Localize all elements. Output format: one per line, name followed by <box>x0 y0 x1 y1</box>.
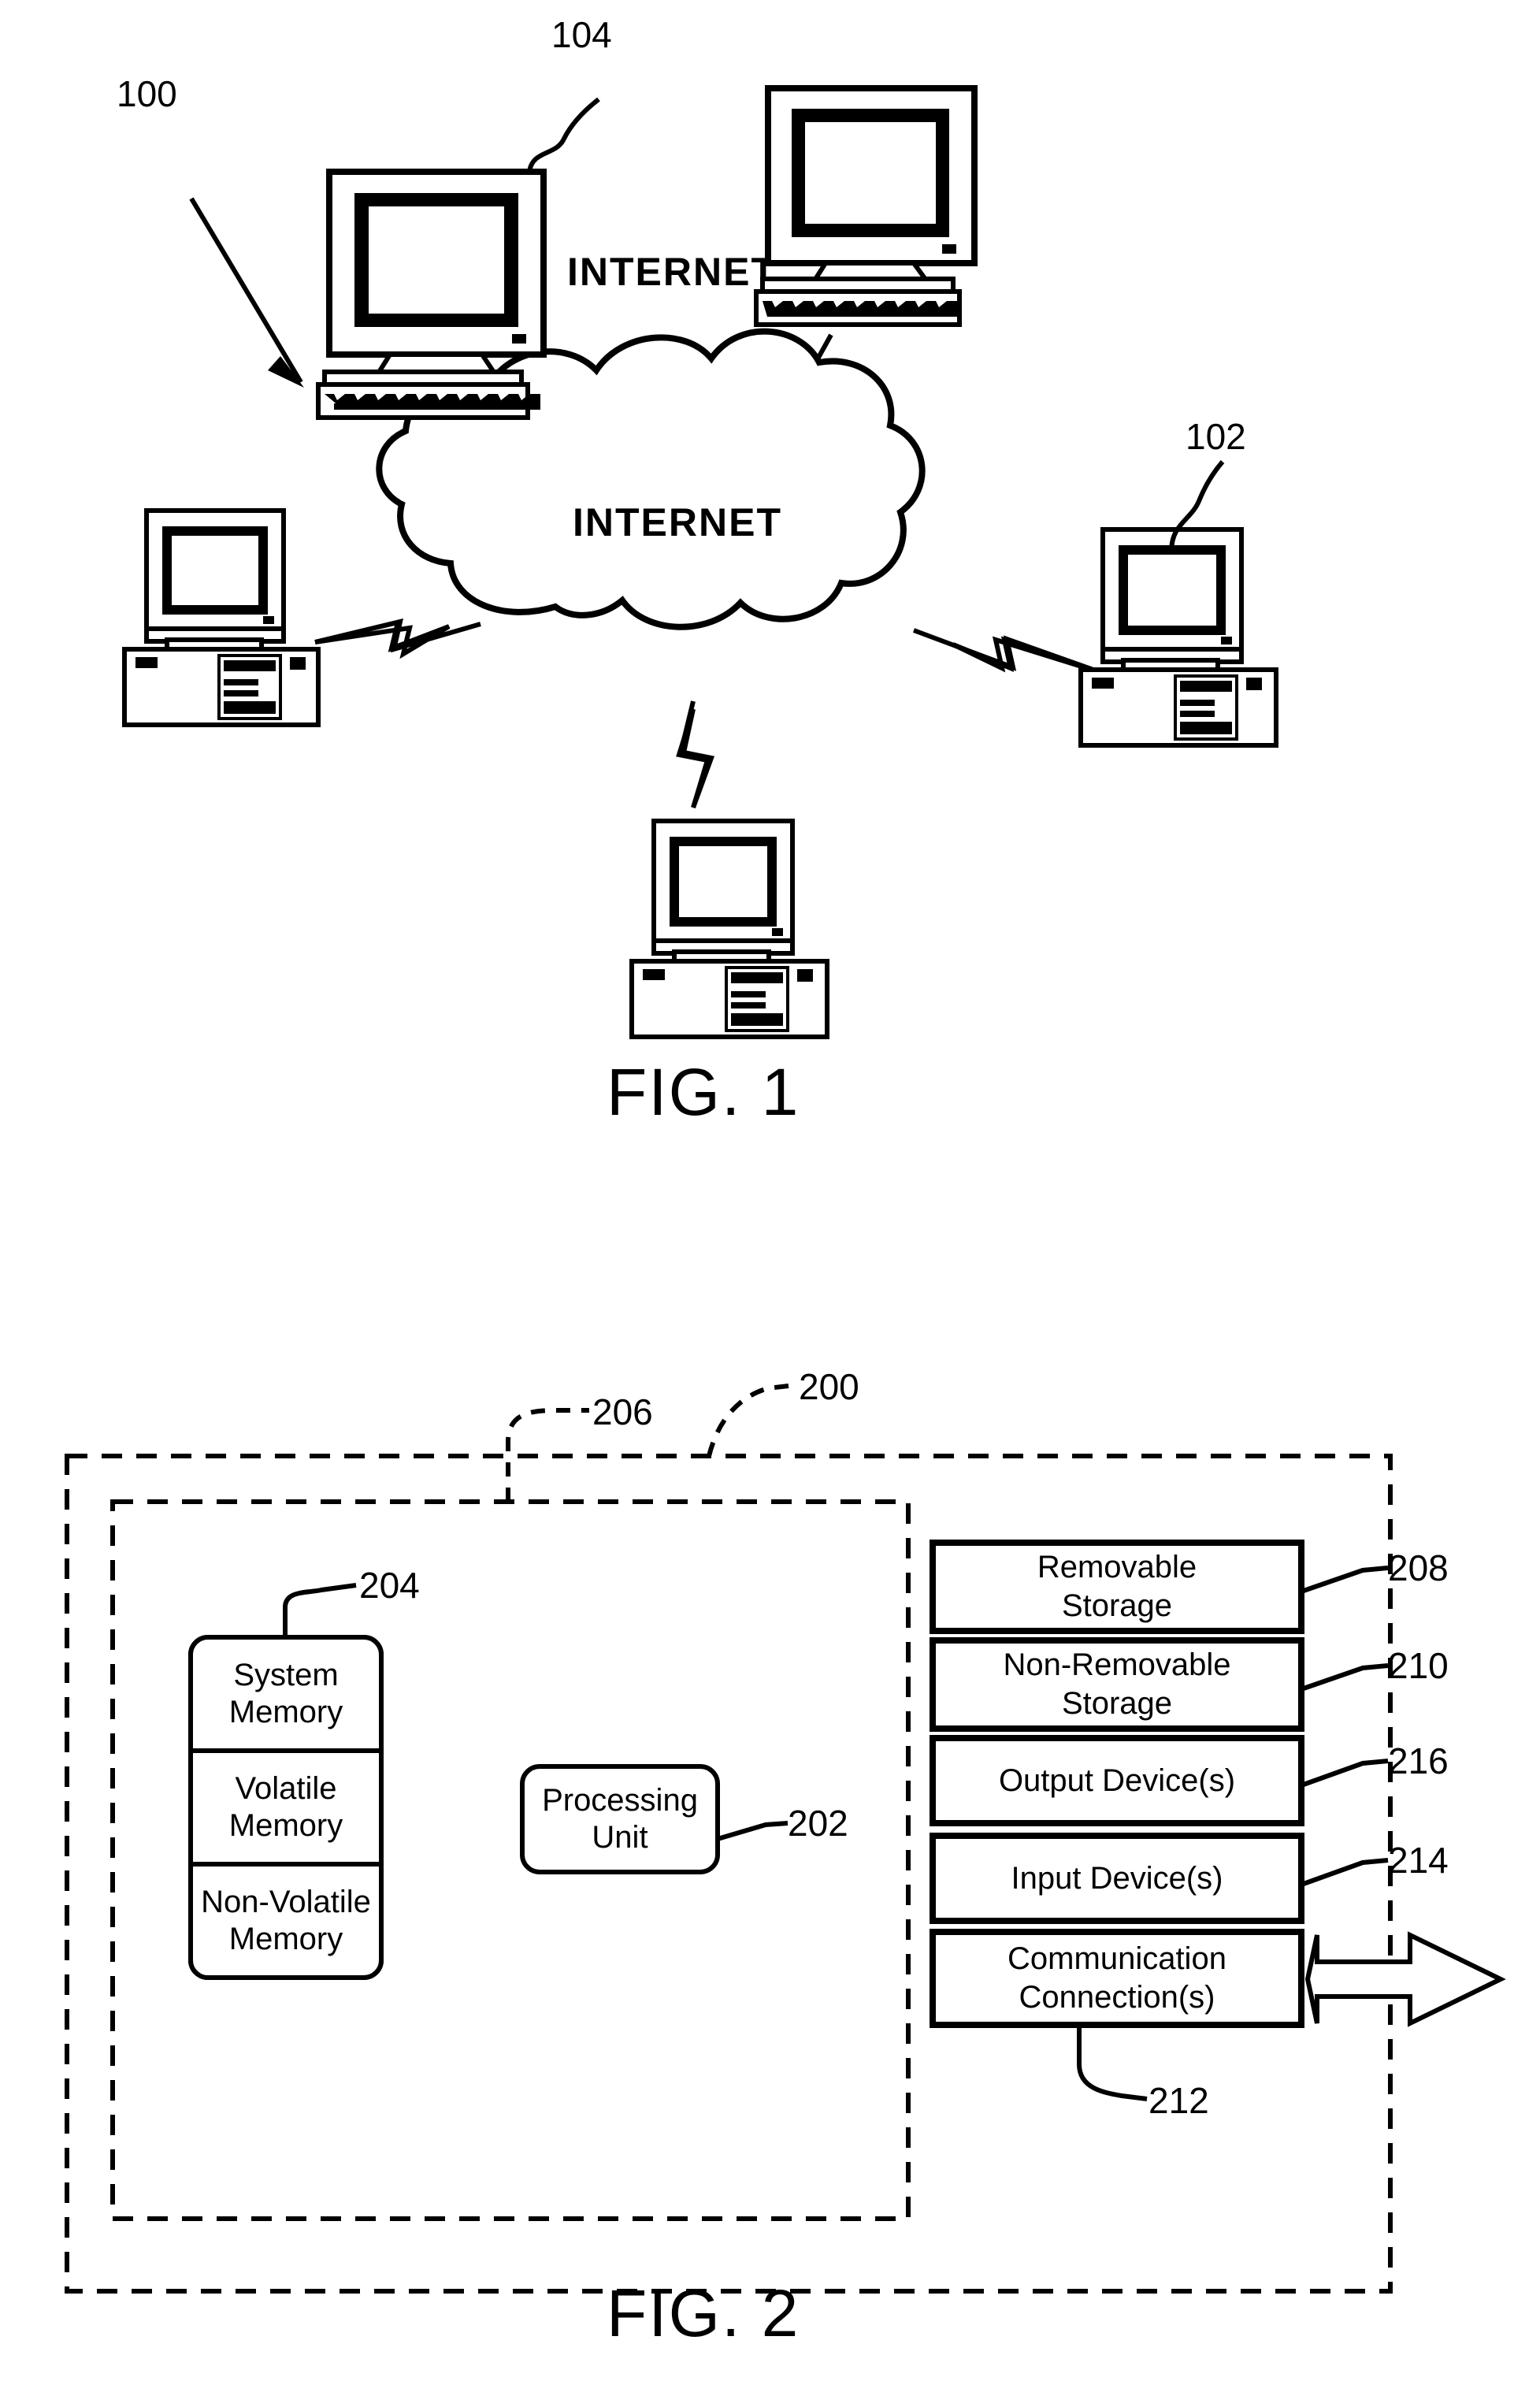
reference-number-214: 214 <box>1388 1840 1449 1881</box>
reference-number-212: 212 <box>1149 2080 1209 2121</box>
non-removable-storage-label-line1: Non-Removable <box>1003 1647 1231 1683</box>
system-memory-label-line2: Memory <box>228 1695 343 1729</box>
input-devices-label-line1: Input Device(s) <box>1011 1860 1223 1896</box>
reference-200: 200 <box>707 1366 859 1457</box>
volatile-memory-label: Volatile Memory <box>191 1751 381 1864</box>
leader-line-216 <box>1300 1759 1389 1788</box>
processing-unit-label: Processing Unit <box>522 1766 718 1872</box>
reference-number-200: 200 <box>799 1366 859 1407</box>
leader-line-200 <box>707 1383 796 1457</box>
non-removable-storage-label: Non-Removable Storage <box>933 1640 1301 1729</box>
reference-number-206: 206 <box>592 1391 653 1432</box>
leader-line-204 <box>283 1583 357 1637</box>
leader-line-214 <box>1300 1858 1389 1887</box>
non-removable-storage-label-line2: Storage <box>1061 1686 1173 1721</box>
removable-storage-label-line2: Storage <box>1061 1588 1173 1623</box>
reference-206: 206 <box>506 1391 653 1502</box>
communication-connections-label: Communication Connection(s) <box>933 1932 1301 2025</box>
system-memory-label-line1: System <box>233 1657 339 1692</box>
removable-storage-label-line1: Removable <box>1037 1550 1197 1585</box>
communication-connections-label-line1: Communication <box>1007 1941 1226 1977</box>
system-memory-label: System Memory <box>191 1637 381 1751</box>
output-devices-label: Output Device(s) <box>933 1738 1301 1823</box>
processing-unit-label-line2: Unit <box>592 1820 648 1855</box>
output-devices-label-line1: Output Device(s) <box>998 1763 1236 1798</box>
communication-connections-label-line2: Connection(s) <box>1019 1980 1215 2015</box>
leader-line-210 <box>1301 1663 1389 1692</box>
patent-drawing-page: INTERNET 104 100 102 FIG. 1 INTERNET 206… <box>0 0 1540 2381</box>
non-volatile-memory-label: Non-Volatile Memory <box>186 1864 386 1978</box>
removable-storage-label: Removable Storage <box>933 1543 1301 1631</box>
figure-2-caption: FIG. 2 <box>607 2276 800 2350</box>
reference-number-204: 204 <box>359 1565 420 1606</box>
volatile-memory-label-line2: Memory <box>228 1808 343 1843</box>
non-volatile-memory-label-line2: Memory <box>228 1922 343 1956</box>
leader-line-202 <box>717 1821 789 1841</box>
reference-number-208: 208 <box>1388 1547 1449 1588</box>
reference-number-210: 210 <box>1388 1645 1449 1686</box>
processing-unit-label-line1: Processing <box>542 1782 698 1818</box>
non-volatile-memory-label-line1: Non-Volatile <box>201 1884 371 1919</box>
figure-2-drawing: 206 200 204 202 208 210 216 214 212 FIG.… <box>65 1366 1506 2350</box>
communication-arrow-icon <box>1304 1931 1506 2027</box>
reference-number-202: 202 <box>788 1803 848 1844</box>
reference-204: 204 <box>283 1565 420 1637</box>
leader-line-212 <box>1077 2025 1148 2101</box>
volatile-memory-label-line1: Volatile <box>235 1770 337 1806</box>
input-devices-label: Input Device(s) <box>933 1836 1301 1921</box>
reference-number-216: 216 <box>1388 1740 1449 1781</box>
leader-line-208 <box>1301 1566 1389 1594</box>
